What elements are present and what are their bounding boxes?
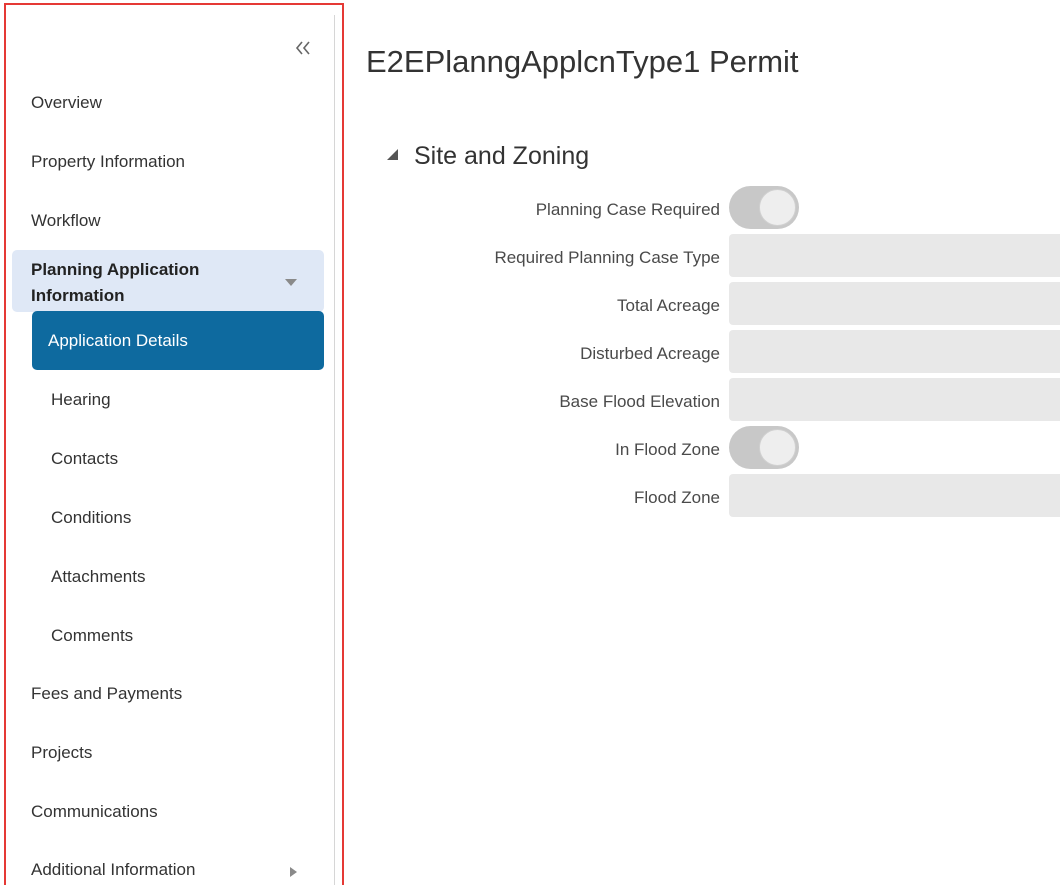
- sidebar-divider: [334, 15, 335, 885]
- section-header-site-and-zoning[interactable]: Site and Zoning: [384, 142, 589, 171]
- base-flood-elevation-field[interactable]: [729, 378, 1060, 421]
- sidebar-item-label: Projects: [31, 743, 93, 762]
- sidebar-item-overview[interactable]: Overview: [6, 83, 328, 123]
- caret-right-icon: [288, 863, 298, 883]
- sidebar-item-label: Property Information: [31, 152, 186, 171]
- sidebar-item-conditions[interactable]: Conditions: [6, 498, 328, 538]
- sidebar-item-label: Additional Information: [31, 860, 196, 879]
- sidebar-item-property-information[interactable]: Property Information: [6, 142, 328, 182]
- sidebar-item-label: Hearing: [51, 390, 111, 409]
- toggle-knob: [759, 429, 796, 466]
- sidebar-item-label: Fees and Payments: [31, 684, 183, 703]
- sidebar-item-hearing[interactable]: Hearing: [6, 380, 328, 420]
- total-acreage-label: Total Acreage: [616, 296, 720, 315]
- required-planning-case-type-field[interactable]: [729, 234, 1060, 277]
- double-chevron-left-icon: [290, 41, 316, 65]
- sidebar-navigation: Overview Property Information Workflow P…: [4, 3, 344, 885]
- sidebar-item-label: Attachments: [51, 567, 146, 586]
- flood-zone-label: Flood Zone: [634, 488, 720, 507]
- sidebar-item-fees-and-payments[interactable]: Fees and Payments: [6, 674, 328, 714]
- section-title: Site and Zoning: [414, 142, 590, 170]
- sidebar-item-label: Comments: [51, 626, 134, 645]
- sidebar-item-comments[interactable]: Comments: [6, 616, 328, 656]
- sidebar-item-label: Application Details: [48, 330, 188, 350]
- sidebar-item-contacts[interactable]: Contacts: [6, 439, 328, 479]
- sidebar-item-workflow[interactable]: Workflow: [6, 201, 328, 241]
- planning-case-required-toggle[interactable]: [729, 186, 799, 229]
- planning-case-required-label: Planning Case Required: [535, 200, 720, 219]
- in-flood-zone-label: In Flood Zone: [615, 440, 720, 459]
- required-planning-case-type-label: Required Planning Case Type: [494, 248, 720, 267]
- toggle-knob: [759, 189, 796, 226]
- sidebar-item-label: Workflow: [31, 211, 101, 230]
- sidebar-item-communications[interactable]: Communications: [6, 792, 328, 832]
- sidebar-item-label: Contacts: [51, 449, 119, 468]
- triangle-expanded-icon: [384, 146, 400, 167]
- sidebar-item-projects[interactable]: Projects: [6, 733, 328, 773]
- sidebar-item-attachments[interactable]: Attachments: [6, 557, 328, 597]
- disturbed-acreage-field[interactable]: [729, 330, 1060, 373]
- flood-zone-field[interactable]: [729, 474, 1060, 517]
- total-acreage-field[interactable]: [729, 282, 1060, 325]
- in-flood-zone-toggle[interactable]: [729, 426, 799, 469]
- caret-down-icon: [284, 274, 298, 292]
- page-title: E2EPlanngApplcnType1 Permit: [366, 44, 799, 79]
- disturbed-acreage-label: Disturbed Acreage: [580, 344, 720, 363]
- sidebar-item-label: Overview: [31, 93, 102, 112]
- sidebar-item-application-details[interactable]: Application Details: [32, 311, 324, 370]
- sidebar-item-additional-information[interactable]: Additional Information: [6, 850, 328, 885]
- sidebar-item-label: Conditions: [51, 508, 132, 527]
- sidebar-item-label: Communications: [31, 802, 158, 821]
- base-flood-elevation-label: Base Flood Elevation: [559, 392, 720, 411]
- sidebar-group-label: Planning Application Information: [31, 260, 200, 305]
- collapse-sidebar-button[interactable]: [290, 35, 316, 61]
- sidebar-group-planning-application-information[interactable]: Planning Application Information: [12, 250, 324, 312]
